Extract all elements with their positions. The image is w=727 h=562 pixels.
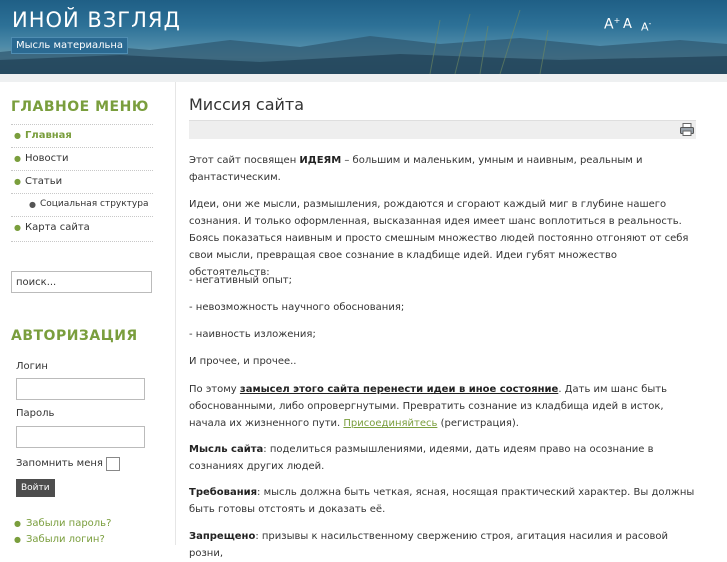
- menu-item-home[interactable]: ● Главная: [11, 124, 153, 147]
- menu-item-label: Карта сайта: [25, 222, 90, 233]
- remember-checkbox[interactable]: [106, 457, 120, 471]
- bullet-icon: ●: [14, 223, 21, 232]
- menu-item-label: Социальная структура: [40, 199, 149, 209]
- password-field[interactable]: [16, 426, 145, 448]
- join-link[interactable]: Присоединяйтесь: [343, 418, 437, 429]
- article-toolbar: [189, 120, 696, 139]
- print-icon[interactable]: [680, 123, 694, 136]
- header-divider: [0, 74, 727, 82]
- paragraph: По этому замысел этого сайта перенести и…: [189, 384, 668, 429]
- font-reset-button[interactable]: A: [623, 17, 632, 32]
- bullet-icon: ●: [14, 131, 21, 140]
- site-header: ИНОЙ ВЗГЛЯД Мысль материальна A+ A A-: [0, 0, 727, 74]
- paragraph: Мысль сайта: поделиться размышлениями, и…: [189, 444, 654, 472]
- menu-item-articles[interactable]: ● Статьи: [11, 170, 153, 193]
- font-increase-button[interactable]: A+: [604, 16, 620, 33]
- bullet-icon: ●: [14, 535, 21, 544]
- font-decrease-button[interactable]: A-: [641, 19, 651, 34]
- main-menu-title: ГЛАВНОЕ МЕНЮ: [11, 99, 149, 115]
- search-input[interactable]: [11, 271, 152, 293]
- list-item: - невозможность научного обоснования;: [189, 302, 405, 313]
- menu-item-news[interactable]: ● Новости: [11, 147, 153, 170]
- site-slogan: Мысль материальна: [11, 37, 129, 54]
- auth-title: АВТОРИЗАЦИЯ: [11, 328, 138, 344]
- menu-item-label: Главная: [25, 130, 72, 141]
- main-menu: ● Главная ● Новости ● Статьи ● Социальна…: [11, 124, 153, 242]
- login-button[interactable]: Войти: [16, 479, 55, 497]
- login-field[interactable]: [16, 378, 145, 400]
- menu-item-label: Новости: [25, 153, 69, 164]
- bullet-icon: ●: [14, 154, 21, 163]
- paragraph: Требования: мысль должна быть четкая, яс…: [189, 487, 695, 515]
- bullet-icon: ●: [14, 519, 21, 528]
- paragraph: И прочее, и прочее..: [189, 356, 297, 367]
- menu-item-label: Статьи: [25, 176, 63, 187]
- menu-item-sitemap[interactable]: ● Карта сайта: [11, 216, 153, 242]
- forgot-password-link[interactable]: ● Забыли пароль?: [14, 518, 111, 529]
- list-item: - негативный опыт;: [189, 275, 292, 286]
- remember-label: Запомнить меня: [16, 458, 103, 469]
- paragraph: Этот сайт посвящен ИДЕЯМ – большим и мал…: [189, 155, 643, 183]
- bullet-icon: ●: [14, 177, 21, 186]
- article-title: Миссия сайта: [189, 95, 305, 114]
- login-label: Логин: [16, 361, 48, 372]
- paragraph: Запрещено: призывы к насильственному све…: [189, 531, 669, 559]
- column-divider: [175, 82, 176, 545]
- menu-item-social-structure[interactable]: ● Социальная структура: [11, 193, 153, 216]
- site-title[interactable]: ИНОЙ ВЗГЛЯД: [12, 8, 181, 32]
- forgot-login-link[interactable]: ● Забыли логин?: [14, 534, 105, 545]
- bullet-icon: ●: [29, 200, 36, 209]
- paragraph: Идеи, они же мысли, размышления, рождают…: [189, 199, 689, 278]
- list-item: - наивность изложения;: [189, 329, 316, 340]
- password-label: Пароль: [16, 408, 55, 419]
